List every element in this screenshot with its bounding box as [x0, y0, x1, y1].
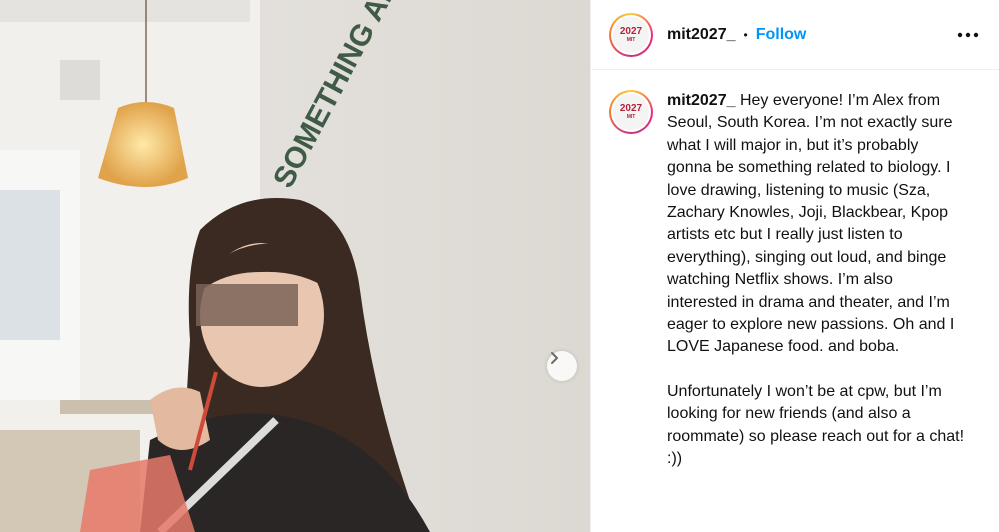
post-caption: mit2027_ Hey everyone! I’m Alex from Seo…	[667, 90, 967, 471]
next-photo-button[interactable]	[547, 351, 577, 381]
separator-dot: •	[743, 27, 748, 42]
post-username[interactable]: mit2027_	[667, 26, 736, 44]
follow-button[interactable]: Follow	[756, 26, 807, 44]
photo-scene: SOMETHING ABOUT	[0, 0, 590, 532]
more-horizontal-icon	[957, 32, 979, 37]
avatar[interactable]: 2027 MIT	[609, 12, 653, 57]
post-header: 2027 MIT mit2027_ • Follow	[591, 0, 999, 70]
wall-fixture	[60, 60, 100, 100]
mit-2027-logo: 2027 MIT	[613, 16, 649, 53]
caption-text: Hey everyone! I’m Alex from Seoul, South…	[667, 92, 955, 356]
caption-area: 2027 MIT mit2027_ Hey everyone! I’m Alex…	[591, 70, 999, 471]
more-options-button[interactable]	[953, 28, 983, 42]
caption-avatar[interactable]: 2027 MIT	[609, 90, 653, 134]
privacy-blur	[196, 284, 298, 326]
mit-2027-logo: 2027 MIT	[613, 94, 649, 130]
post-sidebar: 2027 MIT mit2027_ • Follow 2027 MIT mit2…	[590, 0, 999, 532]
caption-username[interactable]: mit2027_	[667, 92, 736, 109]
post-photo: SOMETHING ABOUT	[0, 0, 590, 532]
person-hand	[150, 387, 210, 450]
chevron-right-icon	[551, 352, 558, 364]
caption-text-2: Unfortunately I won’t be at cpw, but I’m…	[667, 382, 965, 468]
